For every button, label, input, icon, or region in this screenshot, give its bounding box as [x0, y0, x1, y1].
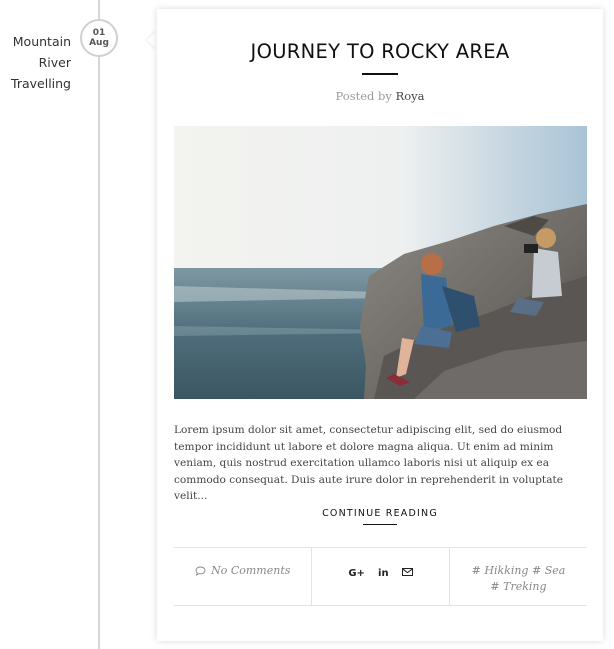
- google-plus-icon[interactable]: G+: [348, 568, 365, 579]
- category-list: Mountain River Travelling: [0, 31, 71, 94]
- date-day: 01: [92, 28, 106, 38]
- continue-underline: [363, 524, 397, 525]
- linkedin-icon[interactable]: in: [378, 568, 389, 579]
- post-title[interactable]: JOURNEY TO ROCKY AREA: [157, 40, 603, 63]
- category-link[interactable]: River: [0, 52, 71, 73]
- post-excerpt: Lorem ipsum dolor sit amet, consectetur …: [174, 424, 564, 502]
- title-divider: [362, 73, 398, 75]
- share-icons: G+ in: [312, 563, 449, 582]
- footer-share-cell: G+ in: [311, 548, 449, 605]
- posted-by-label: Posted by: [335, 89, 392, 103]
- category-link[interactable]: Travelling: [0, 73, 71, 94]
- continue-reading-link[interactable]: CONTINUE READING: [157, 508, 603, 519]
- post-meta: Posted by Roya: [157, 89, 603, 103]
- date-month: Aug: [89, 38, 109, 48]
- tag-list: # Hikking # Sea # Treking: [450, 563, 587, 595]
- post-card: JOURNEY TO ROCKY AREA Posted by Roya Lor…: [157, 9, 603, 641]
- tag-link[interactable]: # Sea: [532, 564, 565, 577]
- author-link[interactable]: Roya: [396, 89, 425, 103]
- post-footer: No Comments G+ in # Hikking # Sea # Trek…: [174, 547, 587, 606]
- timeline-line: [98, 0, 100, 649]
- tag-link[interactable]: # Hikking: [472, 564, 529, 577]
- comments-link[interactable]: No Comments: [174, 564, 311, 577]
- post-image[interactable]: [174, 126, 587, 399]
- comments-label: No Comments: [211, 564, 291, 577]
- tag-link[interactable]: # Treking: [490, 580, 546, 593]
- category-link[interactable]: Mountain: [0, 31, 71, 52]
- footer-tags-cell: # Hikking # Sea # Treking: [449, 548, 587, 605]
- footer-comments-cell: No Comments: [174, 548, 311, 605]
- email-icon[interactable]: [401, 568, 413, 579]
- date-badge: 01 Aug: [80, 19, 118, 57]
- comment-icon: [195, 566, 206, 576]
